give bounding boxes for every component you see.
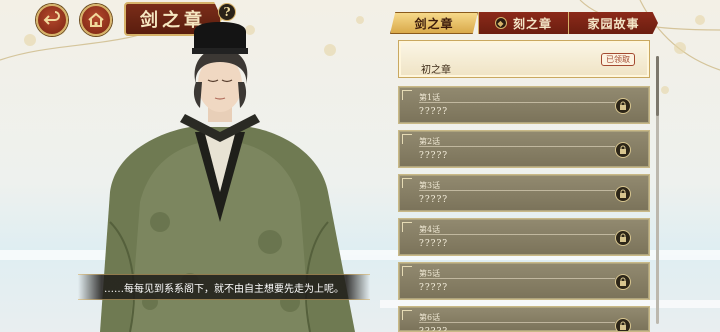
tab-engrave-chapter[interactable]: ◆ 刻之章	[478, 12, 568, 34]
dialogue-text: ……每每见到系系阁下，就不由自主想要先走为上呢。	[104, 283, 344, 295]
episode-row[interactable]: 第4话 ?????	[398, 218, 650, 256]
list-scrollbar[interactable]	[656, 56, 659, 324]
divider	[419, 102, 615, 103]
lock-icon	[615, 186, 631, 202]
dialogue-box: ……每每见到系系阁下，就不由自主想要先走为上呢。	[78, 274, 370, 300]
chapter-tabs: 剑之章 ◆ 刻之章 家园故事	[390, 12, 658, 34]
corner-ornament	[402, 310, 412, 320]
tab-sword-chapter[interactable]: 剑之章	[390, 12, 478, 34]
lock-icon	[615, 142, 631, 158]
divider	[419, 322, 615, 323]
help-button[interactable]: ?	[218, 3, 236, 21]
lock-icon	[615, 230, 631, 246]
tab-home-story[interactable]: 家园故事	[568, 12, 658, 34]
chapter-header[interactable]: 初之章 已领取	[398, 40, 650, 78]
corner-ornament	[402, 266, 412, 276]
episode-subtitle: ?????	[419, 327, 449, 332]
back-arrow-icon	[43, 11, 60, 25]
corner-ornament	[402, 178, 412, 188]
episode-row[interactable]: 第3话 ?????	[398, 174, 650, 212]
episode-row[interactable]: 第5话 ?????	[398, 262, 650, 300]
divider	[419, 234, 615, 235]
divider	[419, 278, 615, 279]
episode-subtitle: ?????	[419, 195, 449, 205]
sword-guard-icon: ◆	[494, 17, 507, 29]
episode-row[interactable]: 第2话 ?????	[398, 130, 650, 168]
scroll-thumb[interactable]	[656, 56, 659, 116]
lock-icon	[615, 98, 631, 114]
corner-ornament	[402, 90, 412, 100]
episode-subtitle: ?????	[419, 283, 449, 293]
corner-ornament	[402, 222, 412, 232]
back-button[interactable]	[36, 4, 68, 36]
divider	[419, 146, 615, 147]
chapter-title: 初之章	[421, 65, 451, 76]
episode-subtitle: ?????	[419, 151, 449, 161]
episode-row[interactable]: 第1话 ?????	[398, 86, 650, 124]
lock-icon	[615, 318, 631, 331]
episode-subtitle: ?????	[419, 107, 449, 117]
lock-icon	[615, 274, 631, 290]
episode-subtitle: ?????	[419, 239, 449, 249]
tab-label: 刻之章	[512, 16, 552, 31]
episode-row[interactable]: 第6话 ?????	[398, 306, 650, 332]
claimed-badge: 已领取	[601, 53, 635, 66]
divider	[419, 190, 615, 191]
corner-ornament	[402, 134, 412, 144]
